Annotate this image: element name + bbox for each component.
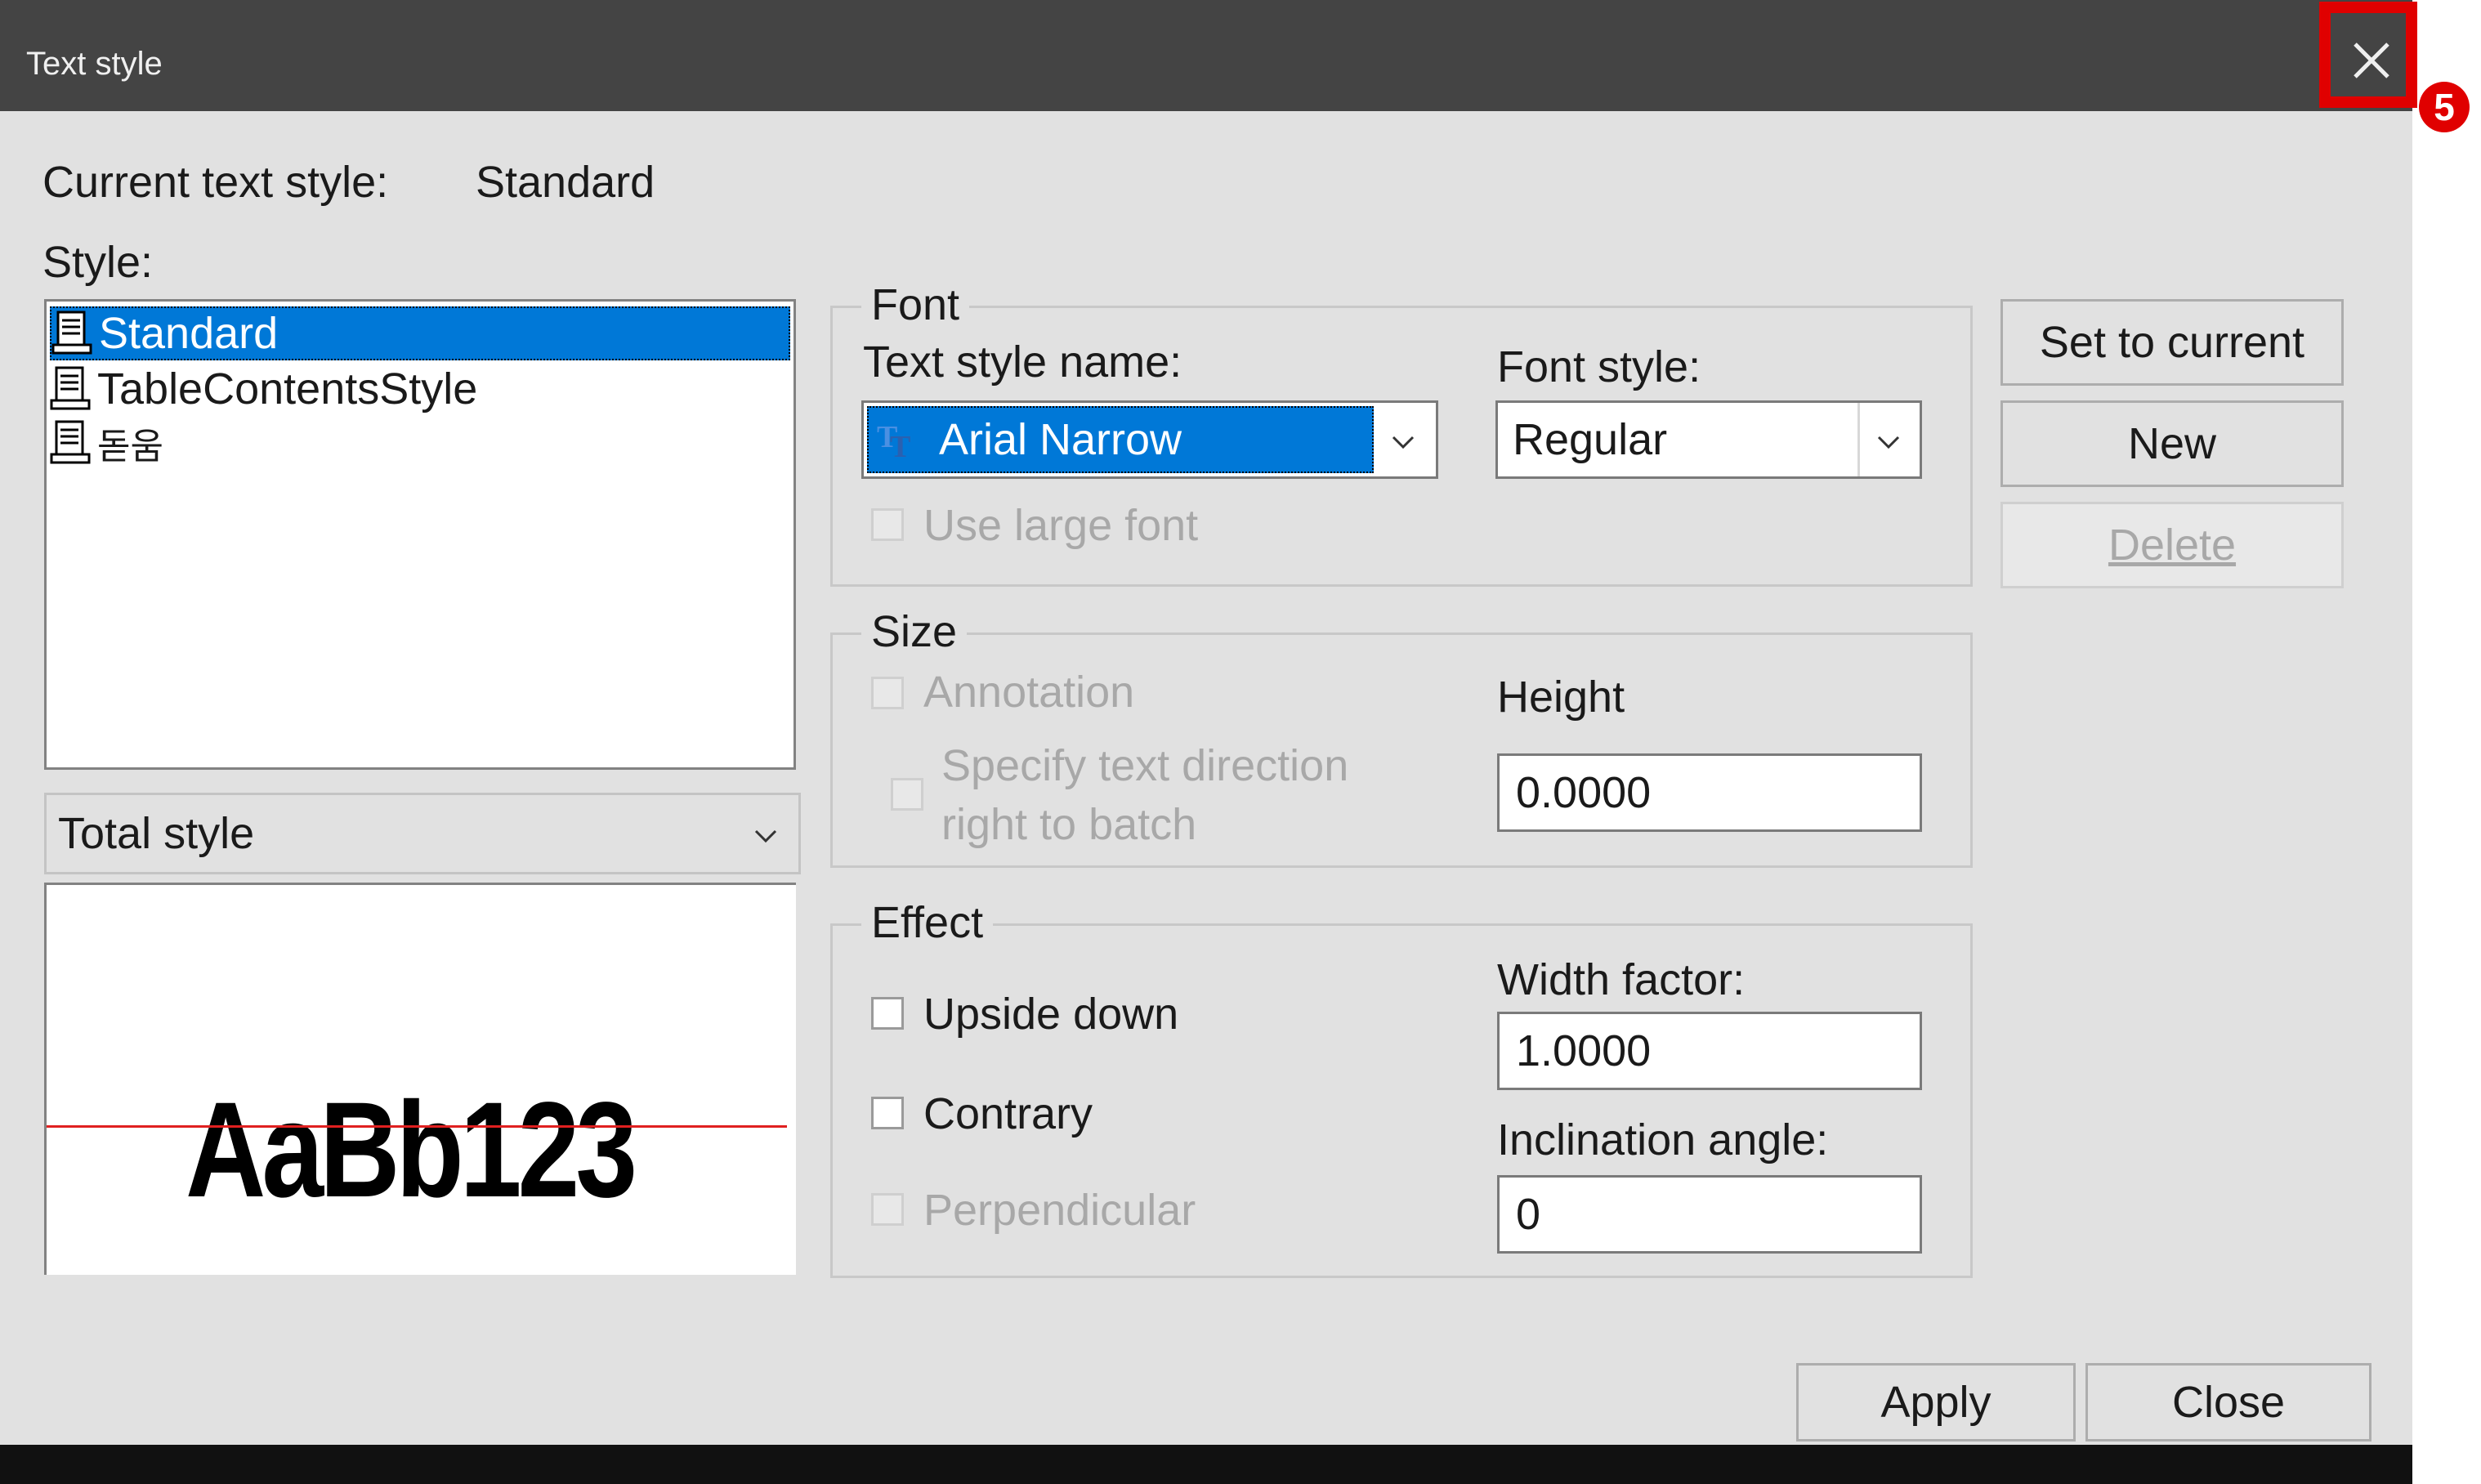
upside-down-checkbox[interactable] — [871, 997, 904, 1030]
window-title: Text style — [26, 46, 163, 82]
current-style-value: Standard — [476, 158, 655, 207]
style-item-label: Standard — [99, 309, 279, 358]
chevron-down-icon — [754, 829, 777, 843]
new-button[interactable]: New — [2000, 400, 2344, 487]
chevron-down-icon — [1877, 436, 1900, 449]
width-factor-label: Width factor: — [1497, 955, 1746, 1004]
width-factor-input[interactable]: 1.0000 — [1497, 1012, 1922, 1090]
inclination-angle-label: Inclination angle: — [1497, 1115, 1829, 1164]
height-label: Height — [1497, 673, 1625, 722]
text-style-icon — [50, 366, 91, 410]
preview-baseline — [47, 1125, 787, 1128]
style-listbox[interactable]: Standard TableContentsStyle 돋움 — [44, 299, 796, 770]
perpendicular-checkbox[interactable] — [871, 1193, 904, 1226]
style-item-label: TableContentsStyle — [97, 364, 478, 413]
font-style-value: Regular — [1513, 415, 1668, 464]
text-direction-checkbox[interactable] — [891, 778, 923, 811]
delete-button[interactable]: Delete — [2000, 502, 2344, 588]
style-item-label: 돋움 — [97, 427, 163, 467]
annotation-checkbox[interactable] — [871, 677, 904, 709]
close-button[interactable]: Close — [2085, 1363, 2371, 1442]
style-item-standard[interactable]: Standard — [50, 306, 790, 360]
text-direction-label-line2: right to batch — [941, 800, 1197, 849]
truetype-font-icon: T T — [877, 420, 910, 462]
font-name-dropdown[interactable]: T T Arial Narrow — [861, 400, 1438, 479]
step-badge: 5 — [2419, 82, 2470, 132]
set-to-current-button[interactable]: Set to current — [2000, 299, 2344, 386]
preview-sample-text: AaBb123 — [186, 1075, 637, 1226]
font-style-label: Font style: — [1497, 342, 1701, 391]
upside-down-label: Upside down — [923, 990, 1179, 1039]
font-name-value: Arial Narrow — [939, 415, 1182, 464]
style-preview: AaBb123 — [44, 883, 796, 1275]
style-filter-value: Total style — [58, 809, 255, 858]
contrary-checkbox[interactable] — [871, 1097, 904, 1129]
text-style-icon — [51, 311, 92, 355]
dropdown-divider — [1857, 403, 1860, 476]
chevron-down-icon — [1392, 436, 1415, 449]
use-large-font-label: Use large font — [923, 501, 1199, 550]
apply-button[interactable]: Apply — [1796, 1363, 2076, 1442]
use-large-font-checkbox[interactable] — [871, 508, 904, 541]
contrary-label: Contrary — [923, 1089, 1093, 1138]
bottom-edge — [0, 1445, 2412, 1484]
text-style-name-label: Text style name: — [863, 337, 1182, 387]
font-style-dropdown[interactable]: Regular — [1495, 400, 1922, 479]
title-bar — [0, 0, 2412, 111]
style-list-label: Style: — [42, 238, 154, 287]
highlight-box — [2319, 2, 2417, 108]
text-style-icon — [50, 420, 91, 464]
current-style-label: Current text style: — [42, 158, 389, 207]
height-input[interactable]: 0.0000 — [1497, 753, 1922, 832]
style-item-dotum[interactable]: 돋움 — [50, 416, 163, 470]
effect-group-title: Effect — [861, 897, 994, 948]
perpendicular-label: Perpendicular — [923, 1186, 1196, 1235]
text-direction-label-line1: Specify text direction — [941, 741, 1349, 790]
style-item-tablecontents[interactable]: TableContentsStyle — [50, 362, 477, 416]
font-group-title: Font — [861, 279, 970, 330]
style-filter-dropdown[interactable]: Total style — [44, 793, 801, 874]
size-group-title: Size — [861, 606, 968, 657]
inclination-angle-input[interactable]: 0 — [1497, 1175, 1922, 1254]
annotation-label: Annotation — [923, 668, 1135, 717]
svg-text:T: T — [890, 430, 910, 462]
